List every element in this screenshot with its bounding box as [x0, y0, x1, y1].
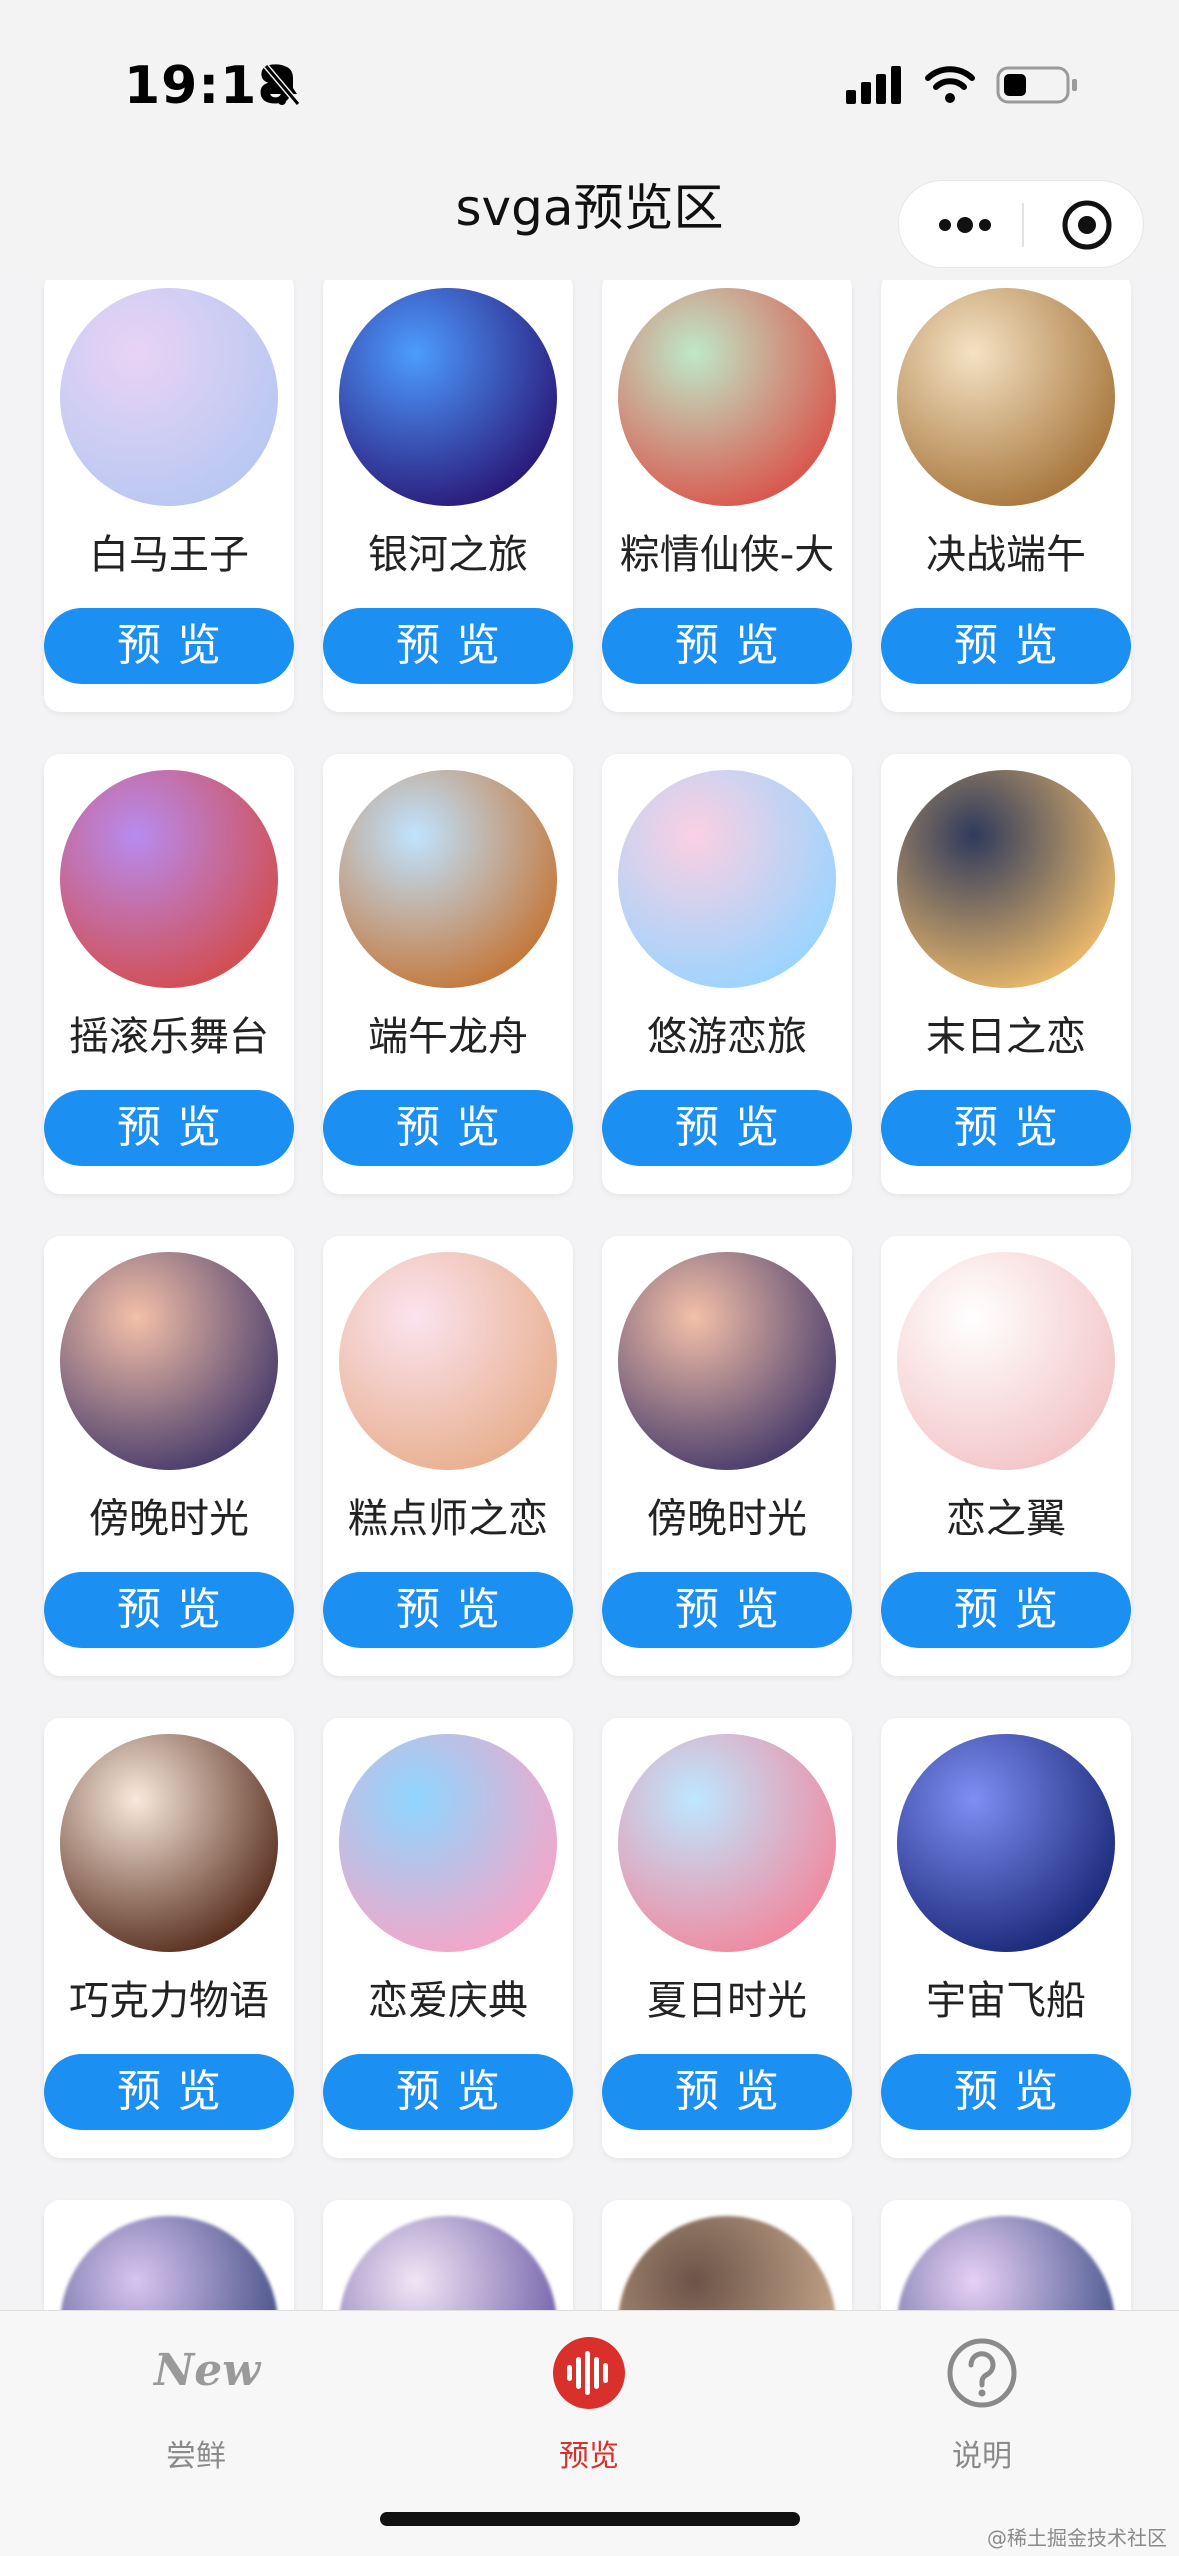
preview-card: 悠游恋旅 预览	[602, 754, 852, 1194]
preview-card: 粽情仙侠-大预览	[602, 280, 852, 712]
new-icon: New	[154, 2345, 261, 2396]
wifi-icon	[925, 66, 975, 103]
tab-preview[interactable]: 预览	[489, 2335, 689, 2485]
card-title: 末日之恋	[926, 1014, 1086, 1060]
status-bar: 19:18	[0, 0, 1179, 150]
preview-button[interactable]: 预览	[881, 608, 1131, 684]
animation-thumbnail[interactable]	[339, 2216, 557, 2310]
preview-button[interactable]: 预览	[323, 2054, 573, 2130]
card-title: 粽情仙侠-大	[619, 532, 835, 578]
tab-label: 说明	[952, 2439, 1012, 2474]
animation-thumbnail[interactable]	[339, 288, 557, 506]
help-icon	[947, 2338, 1017, 2408]
animation-thumbnail[interactable]	[60, 1734, 278, 1952]
tab-label: 尝鲜	[166, 2439, 226, 2474]
preview-button[interactable]: 预览	[44, 608, 294, 684]
mini-program-capsule	[898, 180, 1144, 268]
bell-muted-icon	[263, 64, 301, 106]
preview-card: 白马王子 预览	[44, 280, 294, 712]
close-target-icon[interactable]	[1061, 199, 1113, 251]
battery-icon	[996, 66, 1077, 104]
more-dots-icon[interactable]	[935, 211, 995, 239]
preview-button[interactable]: 预览	[602, 1572, 852, 1648]
preview-card	[881, 2200, 1131, 2310]
preview-button[interactable]: 预览	[602, 608, 852, 684]
preview-grid-scroll[interactable]: 白马王子 预览 银河之旅 预览 粽情仙侠-大 预览 决战端午 预览 摇滚乐舞台 预览 端午龙舟 预览悠…	[0, 280, 1179, 2310]
preview-button[interactable]: 预览	[881, 1090, 1131, 1166]
preview-button[interactable]: 预览	[602, 1090, 852, 1166]
soundwave-icon	[553, 2337, 625, 2409]
animation-thumbnail[interactable]	[60, 288, 278, 506]
animation-thumbnail[interactable]	[618, 2216, 836, 2310]
preview-button[interactable]: 预览	[881, 1572, 1131, 1648]
preview-card: 末日之恋 预览	[881, 754, 1131, 1194]
animation-thumbnail[interactable]	[618, 288, 836, 506]
card-title: 巧克力物语	[69, 1978, 269, 2024]
preview-card: 巧克力物语 预览	[44, 1718, 294, 2158]
animation-thumbnail[interactable]	[897, 2216, 1115, 2310]
preview-card	[44, 2200, 294, 2310]
preview-card	[323, 2200, 573, 2310]
animation-thumbnail[interactable]	[897, 1252, 1115, 1470]
preview-card: 决战端午 预览	[881, 280, 1131, 712]
watermark: @稀土掘金技术社区	[987, 2526, 1167, 2550]
animation-thumbnail[interactable]	[897, 288, 1115, 506]
animation-thumbnail[interactable]	[618, 1734, 836, 1952]
preview-button[interactable]: 预览	[44, 1090, 294, 1166]
card-title: 夏日时光	[647, 1978, 807, 2024]
preview-card: 宇宙飞船 预览	[881, 1718, 1131, 2158]
preview-card: 恋爱庆典 预览	[323, 1718, 573, 2158]
preview-button[interactable]: 预览	[323, 1572, 573, 1648]
animation-thumbnail[interactable]	[339, 1734, 557, 1952]
card-title: 摇滚乐舞台	[69, 1014, 269, 1060]
card-title: 端午龙舟	[368, 1014, 528, 1060]
animation-thumbnail[interactable]	[618, 1252, 836, 1470]
preview-button[interactable]: 预览	[881, 2054, 1131, 2130]
capsule-divider	[1022, 203, 1024, 247]
preview-button[interactable]: 预览	[602, 2054, 852, 2130]
tab-help[interactable]: 说明	[882, 2335, 1082, 2485]
preview-button[interactable]: 预览	[323, 1090, 573, 1166]
animation-thumbnail[interactable]	[60, 2216, 278, 2310]
preview-card: 糕点师之恋 预览	[323, 1236, 573, 1676]
animation-thumbnail[interactable]	[60, 770, 278, 988]
tab-label: 预览	[559, 2439, 619, 2474]
card-title: 恋爱庆典	[368, 1978, 528, 2024]
preview-button[interactable]: 预览	[323, 608, 573, 684]
card-title: 悠游恋旅	[647, 1014, 807, 1060]
card-title: 傍晚时光	[647, 1496, 807, 1542]
card-title: 银河之旅	[368, 532, 528, 578]
card-title: 恋之翼	[946, 1496, 1066, 1542]
home-indicator	[380, 2512, 800, 2526]
card-title: 决战端午	[926, 532, 1086, 578]
card-title: 白马王子	[89, 532, 249, 578]
preview-button[interactable]: 预览	[44, 2054, 294, 2130]
preview-card: 傍晚时光 预览	[44, 1236, 294, 1676]
navigation-bar: svga预览区	[0, 150, 1179, 280]
animation-thumbnail[interactable]	[897, 770, 1115, 988]
tab-new[interactable]: New 尝鲜	[96, 2335, 296, 2485]
preview-button[interactable]: 预览	[44, 1572, 294, 1648]
preview-card	[602, 2200, 852, 2310]
preview-card: 摇滚乐舞台 预览	[44, 754, 294, 1194]
animation-thumbnail[interactable]	[897, 1734, 1115, 1952]
cellular-signal-icon	[846, 66, 901, 104]
animation-thumbnail[interactable]	[339, 770, 557, 988]
animation-thumbnail[interactable]	[339, 1252, 557, 1470]
card-title: 傍晚时光	[89, 1496, 249, 1542]
preview-card: 银河之旅 预览	[323, 280, 573, 712]
card-title: 糕点师之恋	[348, 1496, 548, 1542]
preview-card: 恋之翼 预览	[881, 1236, 1131, 1676]
preview-card: 傍晚时光 预览	[602, 1236, 852, 1676]
preview-card: 夏日时光 预览	[602, 1718, 852, 2158]
preview-card: 端午龙舟 预览	[323, 754, 573, 1194]
animation-thumbnail[interactable]	[60, 1252, 278, 1470]
animation-thumbnail[interactable]	[618, 770, 836, 988]
card-title: 宇宙飞船	[926, 1978, 1086, 2024]
